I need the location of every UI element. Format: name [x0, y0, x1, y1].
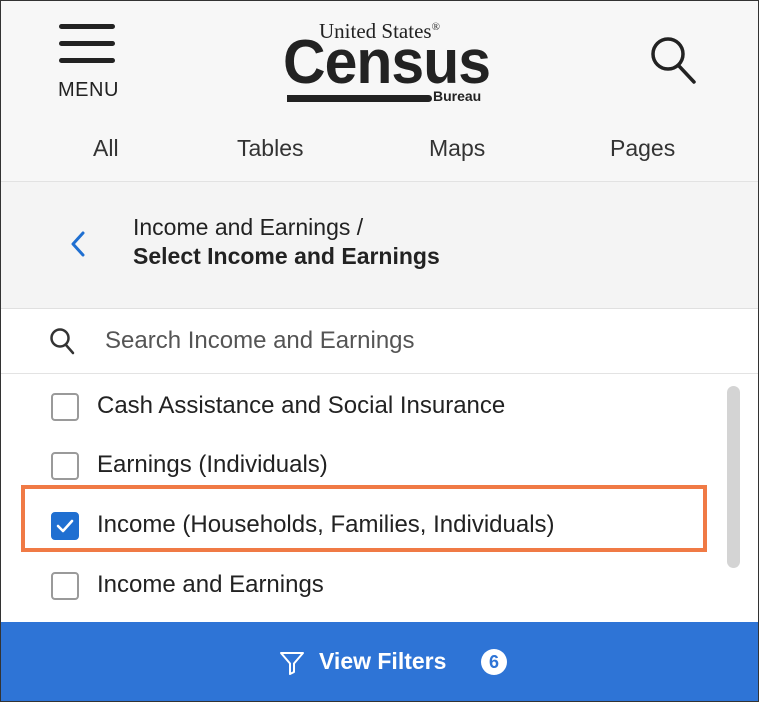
logo-underline [287, 95, 432, 102]
tab-all[interactable]: All [93, 135, 119, 162]
filter-search [1, 309, 758, 374]
menu-button[interactable]: MENU [56, 24, 126, 104]
list-item[interactable]: Income and Earnings [51, 564, 711, 608]
chevron-left-icon[interactable] [67, 227, 89, 261]
list-item[interactable]: Cash Assistance and Social Insurance [51, 385, 711, 429]
view-filters-label: View Filters [319, 648, 447, 674]
list-item-label: Income and Earnings [97, 571, 324, 598]
funnel-icon [279, 650, 305, 676]
list-item[interactable]: Earnings (Individuals) [51, 444, 711, 488]
breadcrumb: Income and Earnings / Select Income and … [1, 182, 758, 309]
hamburger-icon-bar [59, 41, 115, 46]
checkbox[interactable] [51, 393, 79, 421]
hamburger-icon [59, 24, 115, 29]
filter-count-badge: 6 [481, 649, 507, 675]
view-filters-button[interactable]: View Filters 6 [1, 622, 758, 701]
census-logo[interactable]: United States® Census Bureau [281, 19, 501, 111]
tab-pages[interactable]: Pages [610, 135, 675, 162]
checkbox[interactable] [51, 572, 79, 600]
list-item-label: Cash Assistance and Social Insurance [97, 392, 506, 419]
list-item-label: Earnings (Individuals) [97, 451, 328, 478]
hamburger-icon-bar [59, 58, 115, 63]
app-frame: MENU United States® Census Bureau All Ta… [0, 0, 759, 702]
breadcrumb-parent[interactable]: Income and Earnings / [133, 214, 363, 241]
menu-label: MENU [58, 79, 119, 101]
site-header: MENU United States® Census Bureau [1, 1, 758, 115]
checkbox[interactable] [51, 452, 79, 480]
tab-tables[interactable]: Tables [237, 135, 303, 162]
search-icon[interactable] [649, 35, 697, 85]
scrollbar[interactable] [727, 386, 740, 568]
selection-highlight [21, 485, 707, 552]
search-icon [49, 327, 75, 355]
logo-sub-text: Bureau [433, 88, 482, 104]
tab-maps[interactable]: Maps [429, 135, 485, 162]
search-input[interactable] [105, 321, 705, 361]
page-title: Select Income and Earnings [133, 243, 440, 269]
search-tabs: All Tables Maps Pages [1, 115, 758, 182]
